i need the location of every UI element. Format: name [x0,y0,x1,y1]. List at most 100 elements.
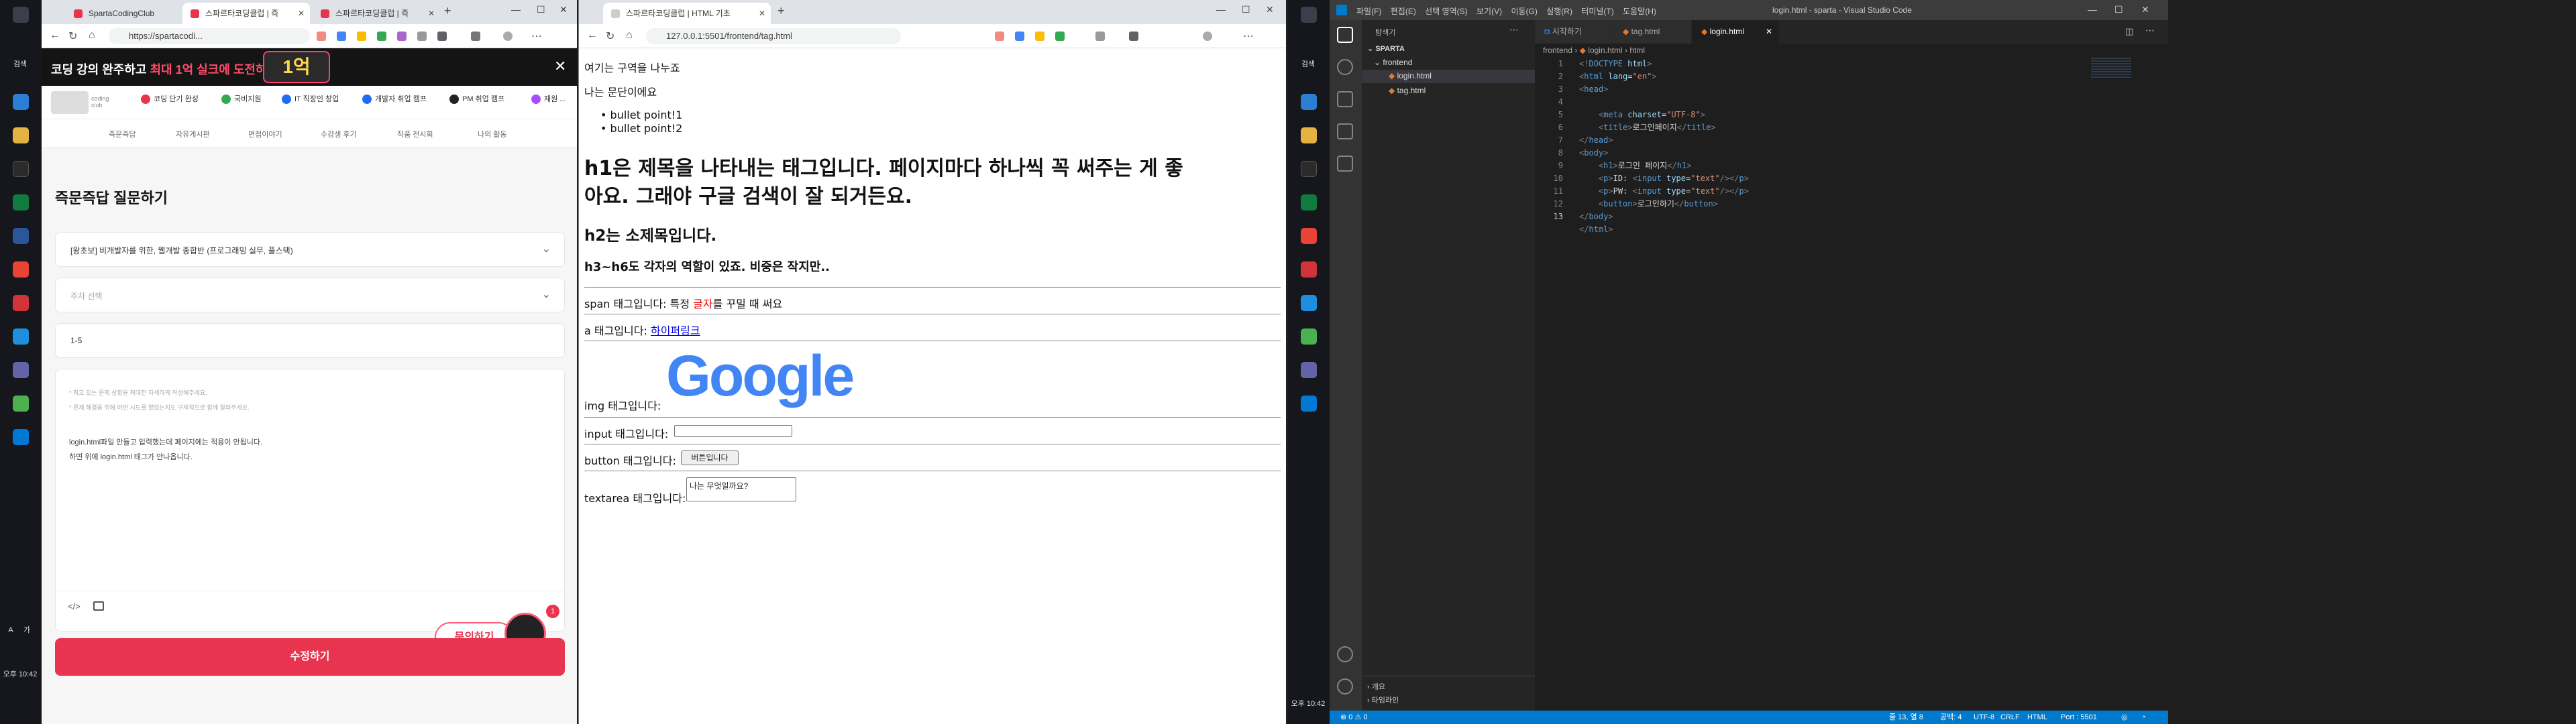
file-tag-html[interactable]: ◆ tag.html [1389,86,1426,95]
promo-banner[interactable]: 코딩 강의 완주하고 최대 1억 실크에 도전하세요 › 1억 ✕ [42,48,577,86]
week-select[interactable]: 주차 선택 ⌄ [55,278,565,312]
text-input[interactable] [674,425,792,437]
banner-close-icon[interactable]: ✕ [554,58,566,75]
extension-icon[interactable] [417,32,427,41]
maximize-icon[interactable]: ☐ [2114,4,2123,15]
refresh-icon[interactable]: ↻ [606,29,614,43]
chrome-icon[interactable] [1301,228,1317,244]
extension-icon[interactable] [995,32,1004,41]
nav-pill-startup[interactable]: IT 직장인 창업 [282,92,339,107]
problems-indicator[interactable]: ⊗ 0 ⚠ 0 [1340,711,1367,724]
more-icon[interactable]: ⋯ [531,29,542,43]
terminal-icon[interactable] [1301,161,1317,177]
vscode-taskbar-icon[interactable] [1301,396,1317,412]
minimize-icon[interactable]: — [1216,4,1226,15]
excel-icon[interactable] [1301,194,1317,210]
folder-icon[interactable] [1301,127,1317,143]
close-tab-icon[interactable]: ✕ [1766,20,1772,44]
menu-terminal[interactable]: 터미널(T) [1581,7,1613,16]
extension-icon[interactable] [1055,32,1065,41]
favorites-icon[interactable] [471,32,480,41]
timeline-panel[interactable]: › 타임라인 [1367,695,1399,705]
demo-button[interactable]: 버튼입니다 [681,450,739,465]
word-icon[interactable] [13,228,29,244]
back-icon[interactable]: ← [50,29,60,42]
edge-icon[interactable] [13,94,29,110]
search-label[interactable]: 검색 [0,60,40,69]
menu-reviews[interactable]: 수강생 후기 [321,129,357,139]
extension-icon[interactable] [437,32,447,41]
close-window-icon[interactable]: ✕ [2141,4,2149,15]
kakao-icon[interactable] [13,396,29,412]
menu-selection[interactable]: 선택 영역(S) [1425,7,1468,16]
maximize-icon[interactable]: ☐ [537,4,545,15]
menu-file[interactable]: 파일(F) [1356,7,1381,16]
menu-interview[interactable]: 면접이야기 [248,129,282,139]
more-actions-icon[interactable]: ⋯ [2145,25,2155,36]
teams-icon[interactable] [13,362,29,378]
notifications-icon[interactable]: ◔ [2141,711,2146,724]
gear-icon[interactable] [1337,678,1353,695]
excel-icon[interactable] [13,194,29,210]
extension-icon[interactable] [357,32,366,41]
close-tab-icon[interactable]: ✕ [759,3,765,24]
split-editor-icon[interactable]: ◫ [2125,26,2133,37]
hyperlink[interactable]: 하이퍼링크 [651,324,700,337]
nav-pill-govt[interactable]: 국비지원 [221,92,261,107]
menu-gallery[interactable]: 작품 전시회 [397,129,433,139]
ime-mode[interactable]: 가 [7,626,47,635]
teams-icon[interactable] [1301,362,1317,378]
indent-setting[interactable]: 공백: 4 [1940,711,1962,724]
menu-edit[interactable]: 편집(E) [1391,7,1416,16]
extension-icon[interactable] [317,32,326,41]
code-editor[interactable]: <!DOCTYPE html> <html lang="en"> <head> … [1579,58,1749,236]
explorer-icon[interactable] [1337,27,1353,43]
extension-icon[interactable] [337,32,346,41]
extension-icon[interactable] [1015,32,1024,41]
cursor-position[interactable]: 줄 13, 열 8 [1889,711,1923,724]
back-icon[interactable]: ← [587,29,598,42]
chapter-input[interactable]: 1-5 [55,323,565,358]
chrome-icon[interactable] [13,261,29,278]
account-icon[interactable]: ◎ [2121,711,2128,724]
menu-go[interactable]: 이동(G) [1511,7,1537,16]
new-tab-button[interactable]: + [777,4,785,18]
search-icon[interactable] [1337,59,1353,75]
vscode-taskbar-icon[interactable] [13,429,29,445]
code-block-icon[interactable]: </> [68,601,80,611]
search-label[interactable]: 검색 [1288,60,1328,69]
encoding[interactable]: UTF-8 [1974,711,1994,724]
workspace-root[interactable]: ⌄ SPARTA [1367,44,1405,53]
site-logo[interactable]: coding club [91,95,118,109]
demo-textarea[interactable]: 나는 무엇일까요? [686,477,796,501]
profile-avatar[interactable] [1203,32,1212,41]
more-icon[interactable]: ⋯ [1243,29,1254,43]
extension-icon[interactable] [1095,32,1105,41]
file-login-html[interactable]: ◆ login.html [1389,71,1432,80]
menu-help[interactable]: 도움말(H) [1623,7,1656,16]
menu-qna[interactable]: 즉문즉답 [109,129,136,139]
menu-free-board[interactable]: 자유게시판 [176,129,210,139]
tab-login-html-active[interactable]: ◆ login.html ✕ [1692,20,1779,44]
course-select[interactable]: [왕초보] 비개발자를 위한, 웹개발 종합반 (프로그래밍 실무, 풀스택) … [55,232,565,267]
app-icon[interactable] [1301,261,1317,278]
eol-setting[interactable]: CRLF [2000,711,2020,724]
minimap[interactable] [2091,58,2131,78]
home-icon[interactable]: ⌂ [626,29,633,42]
store-icon[interactable] [1301,295,1317,311]
extension-icon[interactable] [1035,32,1044,41]
tab-tag-html[interactable]: ◆ tag.html [1613,20,1691,44]
tab-welcome[interactable]: ⧉ 시작하기 [1535,20,1613,44]
tab-qna[interactable]: 스파르타코딩클럽 | 즉 ✕ [313,3,440,24]
extension-icon[interactable] [1129,32,1138,41]
folder-icon[interactable] [13,127,29,143]
image-upload-icon[interactable] [93,601,104,611]
language-mode[interactable]: HTML [2027,711,2047,724]
refresh-icon[interactable]: ↻ [68,29,77,43]
close-window-icon[interactable]: ✕ [1266,4,1274,15]
close-window-icon[interactable]: ✕ [559,4,568,15]
windows-start-icon[interactable] [1301,7,1317,23]
more-actions-icon[interactable]: ⋯ [1509,24,1519,36]
extensions-icon[interactable] [1337,156,1353,172]
home-icon[interactable]: ⌂ [89,29,95,42]
